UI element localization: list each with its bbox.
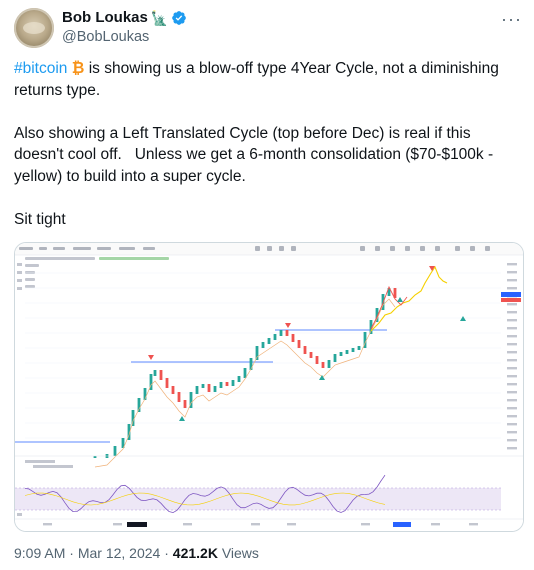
candle <box>183 400 187 408</box>
time-axis-label <box>43 523 52 526</box>
candle <box>137 398 141 412</box>
time-axis-label <box>113 523 122 526</box>
tweet-text: #bitcoin ₿ is showing us a blow-off type… <box>14 58 524 230</box>
price-axis-label <box>507 447 517 450</box>
candle <box>213 386 217 392</box>
price-axis-label <box>507 343 517 346</box>
candle <box>333 354 337 362</box>
price-axis-label <box>507 319 517 322</box>
price-axis-label <box>507 439 517 442</box>
price-axis-label <box>507 327 517 330</box>
candle <box>237 376 241 382</box>
chart-image[interactable] <box>14 242 524 532</box>
candle <box>297 340 301 348</box>
candle <box>273 334 277 340</box>
display-name[interactable]: Bob Loukas <box>62 9 148 26</box>
statue-of-liberty-icon: 🗽 <box>150 9 169 26</box>
tweet-time[interactable]: 9:09 AM <box>14 545 65 561</box>
bitcoin-icon: ₿ <box>71 60 85 77</box>
tweet-meta: 9:09 AM · Mar 12, 2024 · 421.2K Views <box>14 545 259 561</box>
tweet-paragraph-3: Sit tight <box>14 210 66 228</box>
candle <box>171 386 175 394</box>
candle <box>285 330 289 336</box>
price-axis-label <box>507 423 517 426</box>
candle <box>231 380 235 386</box>
price-axis-label <box>507 375 517 378</box>
candle <box>327 360 331 368</box>
candle <box>177 392 181 402</box>
price-axis-label <box>507 359 517 362</box>
candle <box>345 350 349 354</box>
price-axis-label <box>507 407 517 410</box>
price-axis-label <box>507 287 517 290</box>
time-axis-label <box>183 523 192 526</box>
candle <box>243 368 247 378</box>
candle <box>165 378 169 388</box>
candle <box>279 330 283 336</box>
candle <box>153 370 157 376</box>
tweet-header: Bob Loukas 🗽 @BobLoukas ··· <box>14 8 522 48</box>
price-axis-label <box>507 367 517 370</box>
candle <box>219 382 223 388</box>
price-axis-label <box>507 263 517 266</box>
tweet-line-1: is showing us a blow-off type 4Year Cycl… <box>14 60 504 99</box>
price-axis-label <box>507 399 517 402</box>
candle <box>255 346 259 360</box>
candle <box>159 370 163 380</box>
price-axis-label <box>507 311 517 314</box>
candle <box>201 384 205 388</box>
candle <box>207 384 211 392</box>
candle <box>267 338 271 344</box>
name-row: Bob Loukas 🗽 <box>62 9 187 26</box>
candle <box>357 346 361 350</box>
meta-separator: · <box>160 545 173 561</box>
price-axis-label <box>507 271 517 274</box>
candle <box>303 346 307 354</box>
views-count: 421.2K <box>172 545 218 561</box>
candle <box>315 356 319 364</box>
tweet-date[interactable]: Mar 12, 2024 <box>78 545 161 561</box>
verified-badge-icon[interactable] <box>171 10 187 26</box>
time-axis-label <box>251 523 260 526</box>
candle <box>309 352 313 358</box>
price-axis-label <box>507 383 517 386</box>
price-axis-label <box>507 303 517 306</box>
price-axis-label <box>507 415 517 418</box>
avatar[interactable] <box>14 8 54 48</box>
candle <box>225 382 229 386</box>
candle <box>351 348 355 352</box>
time-axis-label <box>431 523 440 526</box>
time-axis-label <box>361 523 370 526</box>
time-axis-label <box>287 523 296 526</box>
price-axis-label <box>507 279 517 282</box>
candle <box>195 386 199 394</box>
candle <box>291 334 295 342</box>
price-axis-label <box>507 431 517 434</box>
time-axis-label <box>469 523 478 526</box>
meta-separator: · <box>65 545 78 561</box>
candle <box>249 358 253 370</box>
tradingview-chart <box>15 243 523 531</box>
user-handle[interactable]: @BobLoukas <box>62 29 149 45</box>
candle <box>261 342 265 348</box>
candle <box>113 446 117 456</box>
price-axis-label <box>507 335 517 338</box>
hashtag-link[interactable]: #bitcoin <box>14 60 67 77</box>
more-options-icon[interactable]: ··· <box>501 10 522 28</box>
price-axis-label <box>507 391 517 394</box>
tweet-paragraph-2: Also showing a Left Translated Cycle (to… <box>14 124 498 185</box>
candle <box>321 362 325 368</box>
views-label: Views <box>217 545 259 561</box>
price-axis-label <box>507 351 517 354</box>
candle <box>339 352 343 356</box>
